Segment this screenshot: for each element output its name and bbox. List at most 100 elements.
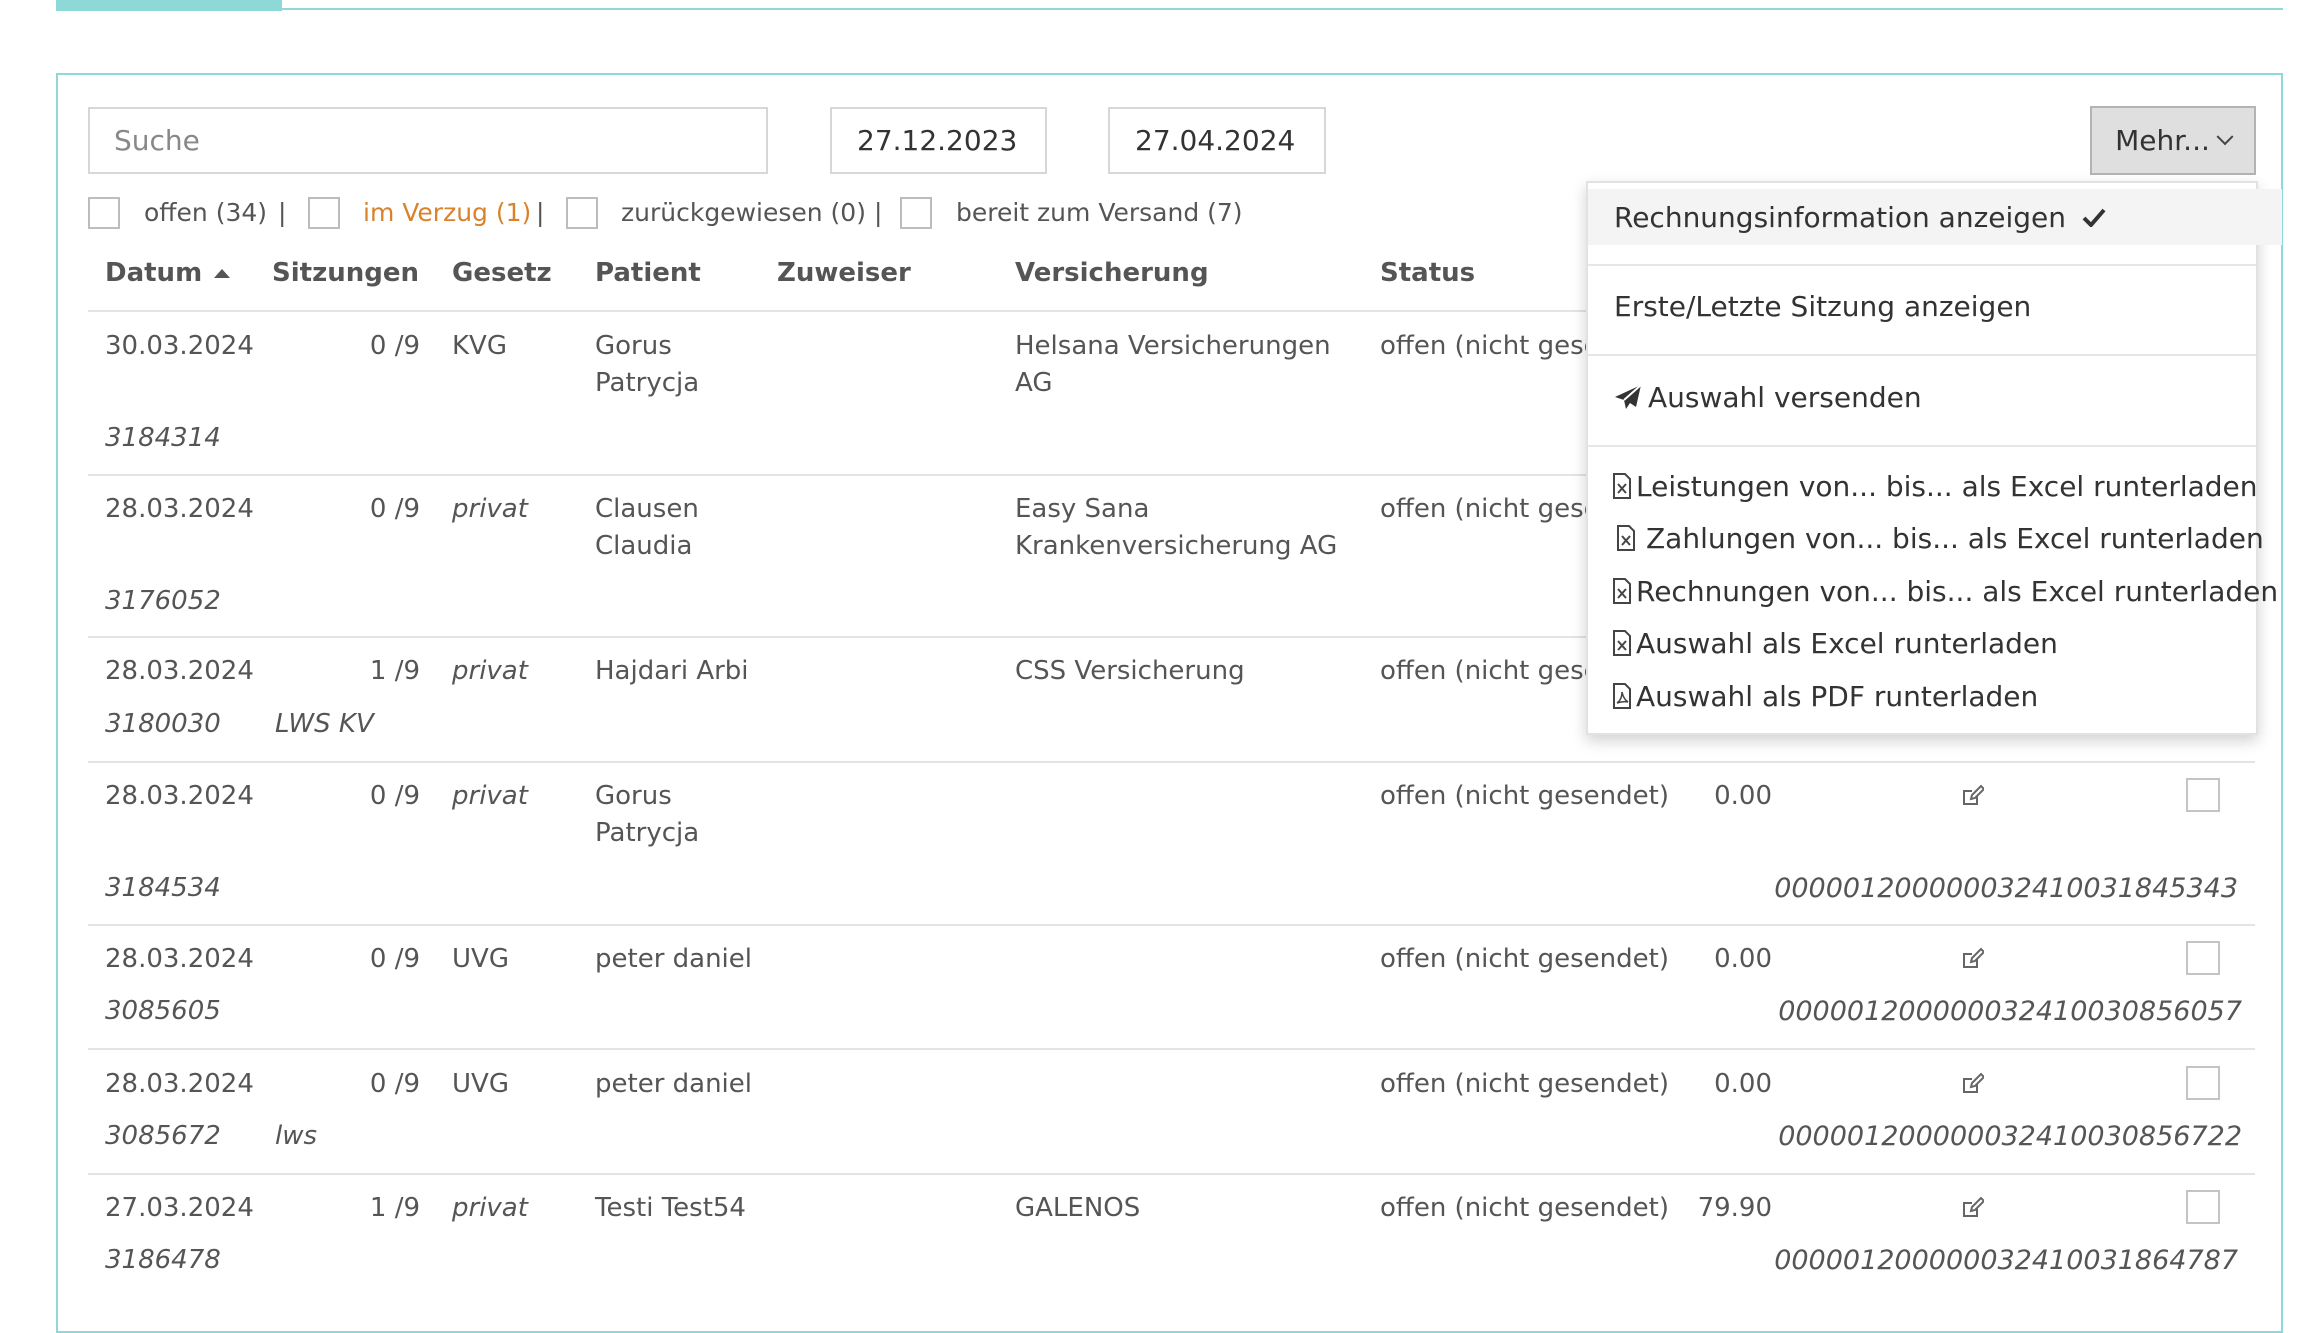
excel-file-icon bbox=[1613, 630, 1631, 656]
row-invoice-number: 3180030 bbox=[105, 709, 221, 739]
menu-item-download-invoices-excel-label: Rechnungen von... bis... als Excel runte… bbox=[1636, 574, 2279, 608]
row-law: privat bbox=[452, 656, 528, 686]
row-insurance-line2: AG bbox=[1015, 368, 1053, 398]
row-insurance-line1: GALENOS bbox=[1015, 1193, 1141, 1223]
paper-plane-icon bbox=[1615, 384, 1642, 409]
row-reference-number: 000001200000032410030856722 bbox=[1778, 1121, 2242, 1152]
row-patient-line2: Patrycja bbox=[595, 368, 700, 398]
row-reference-number: 000001200000032410031864787 bbox=[1774, 1245, 2238, 1276]
column-header-law[interactable]: Gesetz bbox=[452, 258, 552, 288]
more-button[interactable]: Mehr... bbox=[2090, 106, 2256, 175]
row-date: 30.03.2024 bbox=[105, 331, 254, 361]
row-patient-line1: Clausen bbox=[595, 494, 699, 524]
row-select-checkbox[interactable] bbox=[2186, 1066, 2220, 1100]
filter-open-label: offen (34) bbox=[144, 198, 268, 227]
column-header-status[interactable]: Status bbox=[1380, 258, 1475, 288]
row-select-checkbox[interactable] bbox=[2186, 941, 2220, 975]
column-header-sessions[interactable]: Sitzungen bbox=[272, 258, 419, 288]
row-reference-number: 000001200000032410030856057 bbox=[1778, 996, 2242, 1027]
row-amount: 79.90 bbox=[1697, 1193, 1772, 1223]
search-input[interactable]: Suche bbox=[88, 107, 768, 174]
filter-overdue-checkbox[interactable] bbox=[308, 197, 340, 229]
menu-item-download-selection-excel-label: Auswahl als Excel runterladen bbox=[1636, 626, 2058, 660]
row-law: UVG bbox=[452, 944, 509, 974]
menu-item-download-selection-pdf-label: Auswahl als PDF runterladen bbox=[1636, 679, 2039, 713]
menu-item-download-payments-excel-label: Zahlungen von... bis... als Excel runter… bbox=[1646, 521, 2264, 555]
row-patient-line2: Patrycja bbox=[595, 818, 700, 848]
row-reference-number: 000001200000032410031845343 bbox=[1774, 873, 2238, 904]
sort-ascending-icon bbox=[214, 269, 231, 278]
row-sessions: 0 /9 bbox=[369, 781, 420, 811]
search-placeholder: Suche bbox=[114, 124, 200, 157]
excel-file-icon bbox=[1613, 473, 1631, 499]
column-header-date[interactable]: Datum bbox=[105, 258, 231, 288]
row-amount: 0.00 bbox=[1714, 1069, 1772, 1099]
chevron-down-icon bbox=[2216, 127, 2234, 145]
row-date: 28.03.2024 bbox=[105, 656, 254, 686]
row-divider bbox=[88, 761, 2255, 763]
more-button-label: Mehr... bbox=[2115, 124, 2210, 157]
row-sessions: 0 /9 bbox=[369, 494, 420, 524]
filter-rejected-checkbox[interactable] bbox=[566, 197, 598, 229]
row-law: KVG bbox=[452, 331, 507, 361]
menu-item-download-services-excel[interactable]: Leistungen von... bis... als Excel runte… bbox=[1588, 461, 2280, 511]
menu-item-show-first-last-session[interactable]: Erste/Letzte Sitzung anzeigen bbox=[1588, 278, 2282, 334]
filter-overdue-label: im Verzug (1) bbox=[363, 198, 532, 227]
column-header-insurance[interactable]: Versicherung bbox=[1015, 258, 1209, 288]
column-header-patient[interactable]: Patient bbox=[595, 258, 701, 288]
excel-file-icon bbox=[1613, 578, 1631, 604]
date-from-input[interactable]: 27.12.2023 bbox=[830, 107, 1047, 174]
row-patient-line1: Hajdari Arbi bbox=[595, 656, 749, 686]
date-to-value: 27.04.2024 bbox=[1135, 124, 1296, 157]
filter-separator: | bbox=[278, 198, 287, 227]
edit-icon[interactable] bbox=[1960, 784, 1984, 808]
row-law: privat bbox=[452, 494, 528, 524]
row-patient-line2: Claudia bbox=[595, 531, 693, 561]
row-date: 28.03.2024 bbox=[105, 494, 254, 524]
row-invoice-number: 3184534 bbox=[105, 873, 221, 903]
row-insurance-line1: CSS Versicherung bbox=[1015, 656, 1245, 686]
menu-item-download-payments-excel[interactable]: Zahlungen von... bis... als Excel runter… bbox=[1588, 513, 2284, 563]
row-patient-line1: Testi Test54 bbox=[595, 1193, 746, 1223]
filter-ready-checkbox[interactable] bbox=[900, 197, 932, 229]
row-status: offen (nicht gesendet) bbox=[1380, 1069, 1669, 1099]
menu-item-show-invoice-info[interactable]: Rechnungsinformation anzeigen bbox=[1588, 189, 2282, 245]
row-select-checkbox[interactable] bbox=[2186, 1190, 2220, 1224]
edit-icon[interactable] bbox=[1960, 1072, 1984, 1096]
row-date: 28.03.2024 bbox=[105, 1069, 254, 1099]
check-icon bbox=[2082, 208, 2106, 227]
menu-divider bbox=[1588, 354, 2256, 356]
excel-file-icon bbox=[1617, 525, 1635, 551]
date-to-input[interactable]: 27.04.2024 bbox=[1108, 107, 1326, 174]
row-invoice-number: 3184314 bbox=[105, 423, 221, 453]
row-sessions: 0 /9 bbox=[369, 1069, 420, 1099]
column-header-referrer[interactable]: Zuweiser bbox=[777, 258, 911, 288]
menu-item-send-selection[interactable]: Auswahl versenden bbox=[1588, 369, 2282, 425]
row-select-checkbox[interactable] bbox=[2186, 778, 2220, 812]
filter-open-checkbox[interactable] bbox=[88, 197, 120, 229]
row-invoice-number: 3176052 bbox=[105, 586, 221, 616]
row-law: UVG bbox=[452, 1069, 509, 1099]
row-insurance-line1: Helsana Versicherungen bbox=[1015, 331, 1331, 361]
menu-divider bbox=[1588, 445, 2256, 447]
menu-item-download-selection-pdf[interactable]: Auswahl als PDF runterladen bbox=[1588, 671, 2280, 721]
filter-ready-label: bereit zum Versand (7) bbox=[956, 198, 1243, 227]
menu-item-download-selection-excel[interactable]: Auswahl als Excel runterladen bbox=[1588, 618, 2280, 668]
row-note: lws bbox=[275, 1121, 318, 1151]
more-dropdown-menu: Rechnungsinformation anzeigen Erste/Letz… bbox=[1586, 181, 2282, 735]
row-invoice-number: 3085605 bbox=[105, 996, 221, 1026]
tab-bar-underline bbox=[56, 8, 2283, 10]
edit-icon[interactable] bbox=[1960, 947, 1984, 971]
row-status: offen (nicht gese bbox=[1380, 656, 1600, 686]
row-divider bbox=[88, 1048, 2255, 1050]
filter-separator: | bbox=[874, 198, 883, 227]
row-law: privat bbox=[452, 781, 528, 811]
edit-icon[interactable] bbox=[1960, 1196, 1984, 1220]
date-from-value: 27.12.2023 bbox=[857, 124, 1018, 157]
row-amount: 0.00 bbox=[1714, 944, 1772, 974]
row-status: offen (nicht gese bbox=[1380, 494, 1600, 524]
row-divider bbox=[88, 924, 2255, 926]
column-header-date-label: Datum bbox=[105, 258, 203, 288]
menu-item-download-invoices-excel[interactable]: Rechnungen von... bis... als Excel runte… bbox=[1588, 566, 2280, 616]
row-sessions: 1 /9 bbox=[369, 656, 420, 686]
